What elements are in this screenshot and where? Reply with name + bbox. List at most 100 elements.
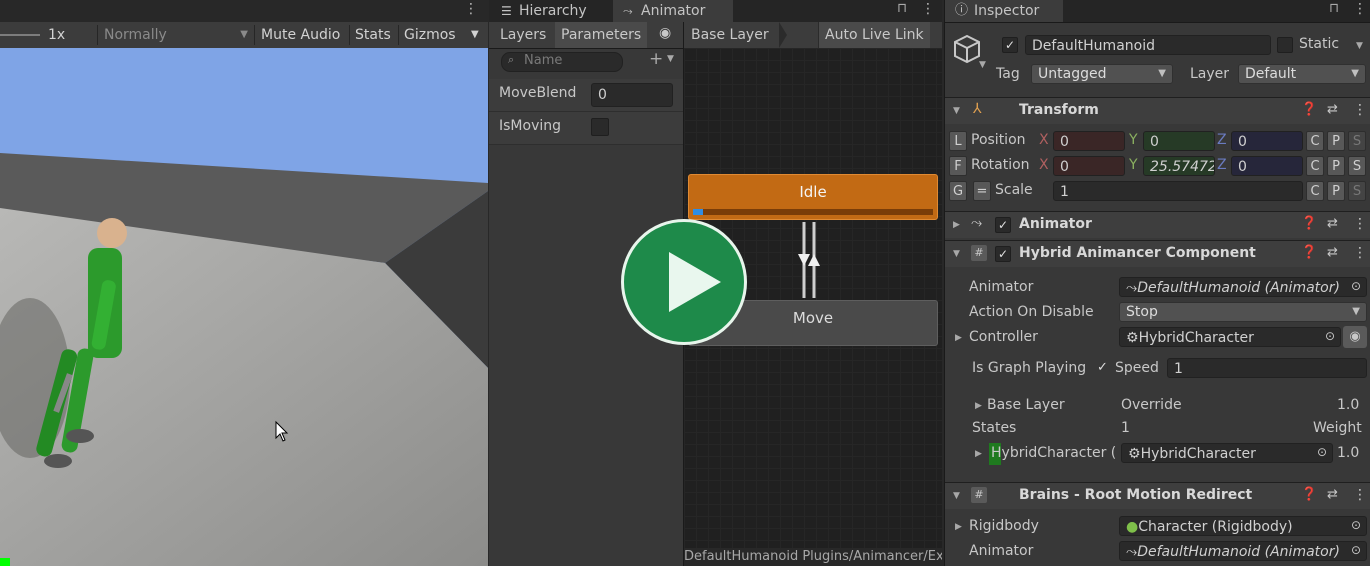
- object-picker-icon[interactable]: ⊙: [1325, 329, 1335, 343]
- mute-audio-button[interactable]: Mute Audio: [261, 22, 340, 48]
- foldout-arrow-icon[interactable]: ▼: [953, 106, 960, 116]
- foldout-arrow-icon[interactable]: ▶: [975, 449, 982, 459]
- rigidbody-object-field[interactable]: ●Character (Rigidbody): [1119, 516, 1367, 536]
- state-idle[interactable]: Idle: [688, 174, 938, 220]
- static-checkbox[interactable]: [1277, 37, 1293, 53]
- action-on-disable-dropdown[interactable]: Stop ▼: [1119, 302, 1367, 322]
- position-lock-button[interactable]: L: [949, 131, 967, 151]
- lock-icon[interactable]: ⊓: [897, 1, 907, 16]
- position-y-field[interactable]: 0: [1143, 131, 1215, 151]
- object-picker-icon[interactable]: ⊙: [1351, 279, 1361, 293]
- speed-field[interactable]: 1: [1167, 358, 1367, 378]
- controller-object-field[interactable]: ⚙HybridCharacter: [1119, 327, 1341, 347]
- preset-icon[interactable]: ⇄: [1327, 245, 1338, 260]
- copy-button[interactable]: C: [1306, 131, 1324, 151]
- snap-button[interactable]: S: [1348, 156, 1366, 176]
- paste-button[interactable]: P: [1327, 181, 1345, 201]
- tag-dropdown[interactable]: Untagged ▼: [1031, 64, 1173, 84]
- foldout-arrow-icon[interactable]: ▼: [953, 491, 960, 501]
- help-icon[interactable]: ❓: [1301, 245, 1317, 260]
- tab-parameters[interactable]: Parameters: [555, 22, 648, 48]
- foldout-arrow-icon[interactable]: ▶: [953, 220, 960, 230]
- scale-slider[interactable]: [0, 34, 40, 36]
- object-name-field[interactable]: DefaultHumanoid: [1025, 35, 1271, 55]
- rotation-z-field[interactable]: 0: [1231, 156, 1303, 176]
- more-options-icon[interactable]: ⋮: [1353, 1, 1367, 17]
- z-axis-label: Z: [1217, 132, 1227, 148]
- animator-component-header[interactable]: ▶ ⤳ ✓ Animator ❓ ⇄ ⋮: [945, 211, 1370, 238]
- stats-button[interactable]: Stats: [355, 22, 391, 48]
- more-options-icon[interactable]: ⋮: [464, 1, 478, 17]
- rotation-lock-button[interactable]: F: [949, 156, 967, 176]
- layer-dropdown[interactable]: Default ▼: [1238, 64, 1366, 84]
- scale-lock-button[interactable]: G: [949, 181, 967, 201]
- position-label: Position: [971, 132, 1026, 148]
- more-options-icon[interactable]: ⋮: [1353, 487, 1367, 503]
- add-parameter-icon[interactable]: +: [649, 49, 663, 69]
- foldout-arrow-icon[interactable]: ▶: [955, 333, 962, 343]
- more-options-icon[interactable]: ⋮: [1353, 245, 1367, 261]
- position-x-field[interactable]: 0: [1053, 131, 1125, 151]
- scale-link-button[interactable]: =: [973, 181, 991, 201]
- active-checkbox[interactable]: ✓: [1002, 37, 1018, 53]
- preset-icon[interactable]: ⇄: [1327, 487, 1338, 502]
- parameter-search-input[interactable]: ⌕ Name: [501, 52, 623, 72]
- auto-live-link-button[interactable]: Auto Live Link: [818, 22, 930, 48]
- preset-icon[interactable]: ⇄: [1327, 102, 1338, 117]
- chevron-down-icon[interactable]: ▼: [1356, 41, 1363, 51]
- rotation-x-field[interactable]: 0: [1053, 156, 1125, 176]
- rotation-y-field[interactable]: 25.57472: [1143, 156, 1215, 176]
- more-options-icon[interactable]: ⋮: [921, 1, 935, 17]
- help-icon[interactable]: ❓: [1301, 487, 1317, 502]
- copy-button[interactable]: C: [1306, 181, 1324, 201]
- parameter-value-field[interactable]: 0: [591, 83, 673, 107]
- state-clip-field[interactable]: ⚙HybridCharacter: [1121, 443, 1333, 463]
- eye-icon[interactable]: ◉: [659, 25, 671, 41]
- script-icon: #: [971, 245, 987, 261]
- chevron-down-icon[interactable]: ▼: [667, 54, 674, 64]
- help-icon[interactable]: ❓: [1301, 216, 1317, 231]
- preset-icon[interactable]: ⇄: [1327, 216, 1338, 231]
- object-picker-icon[interactable]: ⊙: [1351, 543, 1361, 557]
- brains-animator-field[interactable]: ⤳DefaultHumanoid (Animator): [1119, 541, 1367, 561]
- eye-icon[interactable]: ◉: [1343, 326, 1367, 348]
- more-options-icon[interactable]: ⋮: [1353, 102, 1367, 118]
- transform-header[interactable]: ▼ ⅄ Transform ❓ ⇄ ⋮: [945, 97, 1370, 124]
- foldout-arrow-icon[interactable]: ▼: [953, 249, 960, 259]
- object-picker-icon[interactable]: ⊙: [1317, 445, 1327, 459]
- game-viewport[interactable]: [0, 48, 488, 566]
- foldout-arrow-icon[interactable]: ▶: [955, 522, 962, 532]
- tab-inspector[interactable]: ⓘ Inspector: [945, 0, 1063, 22]
- scale-field[interactable]: 1: [1053, 181, 1303, 201]
- snap-button[interactable]: S: [1348, 181, 1366, 201]
- paste-button[interactable]: P: [1327, 131, 1345, 151]
- gizmos-button[interactable]: Gizmos: [404, 22, 456, 48]
- lock-icon[interactable]: ⊓: [1329, 1, 1339, 16]
- object-picker-icon[interactable]: ⊙: [1351, 518, 1361, 532]
- animator-enabled-checkbox[interactable]: ✓: [995, 217, 1011, 233]
- tab-animator[interactable]: ⤳ Animator: [613, 0, 733, 22]
- hybrid-animancer-header[interactable]: ▼ # ✓ Hybrid Animancer Component ❓ ⇄ ⋮: [945, 240, 1370, 267]
- animator-object-field[interactable]: ⤳DefaultHumanoid (Animator): [1119, 277, 1367, 297]
- speed-label: Speed: [1115, 360, 1159, 376]
- help-icon[interactable]: ❓: [1301, 102, 1317, 117]
- scale-label: Scale: [995, 182, 1033, 198]
- brains-header[interactable]: ▼ # Brains - Root Motion Redirect ❓ ⇄ ⋮: [945, 482, 1370, 509]
- tab-hierarchy[interactable]: ☰ Hierarchy: [489, 0, 613, 22]
- parameter-bool-checkbox[interactable]: [591, 118, 609, 136]
- copy-button[interactable]: C: [1306, 156, 1324, 176]
- paste-button[interactable]: P: [1327, 156, 1345, 176]
- play-button[interactable]: [621, 219, 747, 345]
- position-z-field[interactable]: 0: [1231, 131, 1303, 151]
- vsync-dropdown[interactable]: Normally ▼: [104, 22, 252, 48]
- gizmos-dropdown-icon[interactable]: ▼: [471, 22, 479, 48]
- foldout-arrow-icon[interactable]: ▶: [975, 401, 982, 411]
- hybrid-enabled-checkbox[interactable]: ✓: [995, 246, 1011, 262]
- tab-layers[interactable]: Layers: [494, 22, 552, 48]
- breadcrumb-base-layer[interactable]: Base Layer: [691, 22, 769, 48]
- chevron-down-icon[interactable]: ▼: [979, 60, 986, 70]
- more-options-icon[interactable]: ⋮: [1353, 216, 1367, 232]
- is-graph-playing-checkbox[interactable]: ✓: [1097, 360, 1108, 375]
- snap-button[interactable]: S: [1348, 131, 1366, 151]
- transition-arrows[interactable]: [794, 222, 824, 300]
